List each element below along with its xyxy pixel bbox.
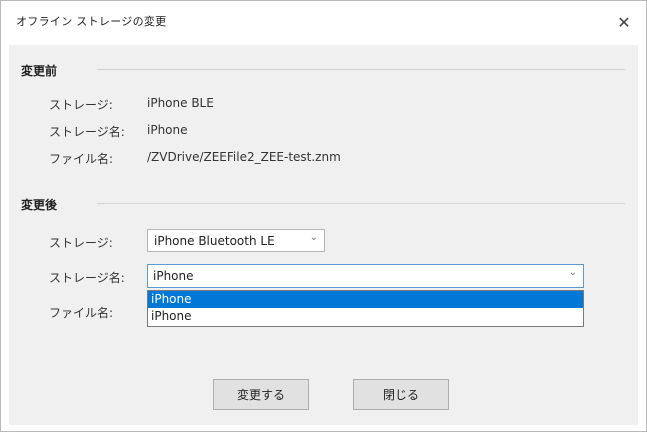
after-section-divider [97,203,625,204]
before-storage-name-label: ストレージ名: [49,125,125,139]
before-storage-value: iPhone BLE [147,96,214,110]
close-icon[interactable]: ✕ [608,7,640,37]
offline-storage-change-dialog: オフライン ストレージの変更 ✕ 変更前 ストレージ: iPhone BLE ス… [0,0,647,432]
chevron-down-icon: ⌄ [568,267,577,278]
before-file-name-label: ファイル名: [49,152,114,166]
storage-select-value: iPhone Bluetooth LE [154,234,275,248]
title-bar: オフライン ストレージの変更 ✕ [1,1,646,45]
before-section-divider [97,69,625,70]
before-section-heading: 変更前 [21,64,58,78]
storage-name-option[interactable]: iPhone [148,308,583,325]
after-section-heading: 変更後 [21,198,58,212]
storage-name-dropdown-list: iPhone iPhone [147,290,584,327]
dialog-body: 変更前 ストレージ: iPhone BLE ストレージ名: iPhone ファイ… [9,45,638,425]
apply-change-button[interactable]: 変更する [213,379,309,410]
chevron-down-icon: ⌄ [309,232,318,243]
before-storage-name-value: iPhone [147,123,188,137]
after-storage-name-label: ストレージ名: [49,271,125,285]
after-storage-label: ストレージ: [49,236,113,250]
storage-name-select[interactable]: iPhone ⌄ [147,264,584,288]
before-file-name-value: /ZVDrive/ZEEFile2_ZEE-test.znm [147,150,341,164]
close-button[interactable]: 閉じる [353,379,449,410]
storage-name-select-value: iPhone [153,269,194,283]
storage-name-option-highlighted[interactable]: iPhone [148,291,583,308]
before-storage-label: ストレージ: [49,98,113,112]
dialog-title: オフライン ストレージの変更 [16,15,167,28]
after-file-name-label: ファイル名: [49,306,114,320]
storage-select[interactable]: iPhone Bluetooth LE ⌄ [147,229,325,252]
